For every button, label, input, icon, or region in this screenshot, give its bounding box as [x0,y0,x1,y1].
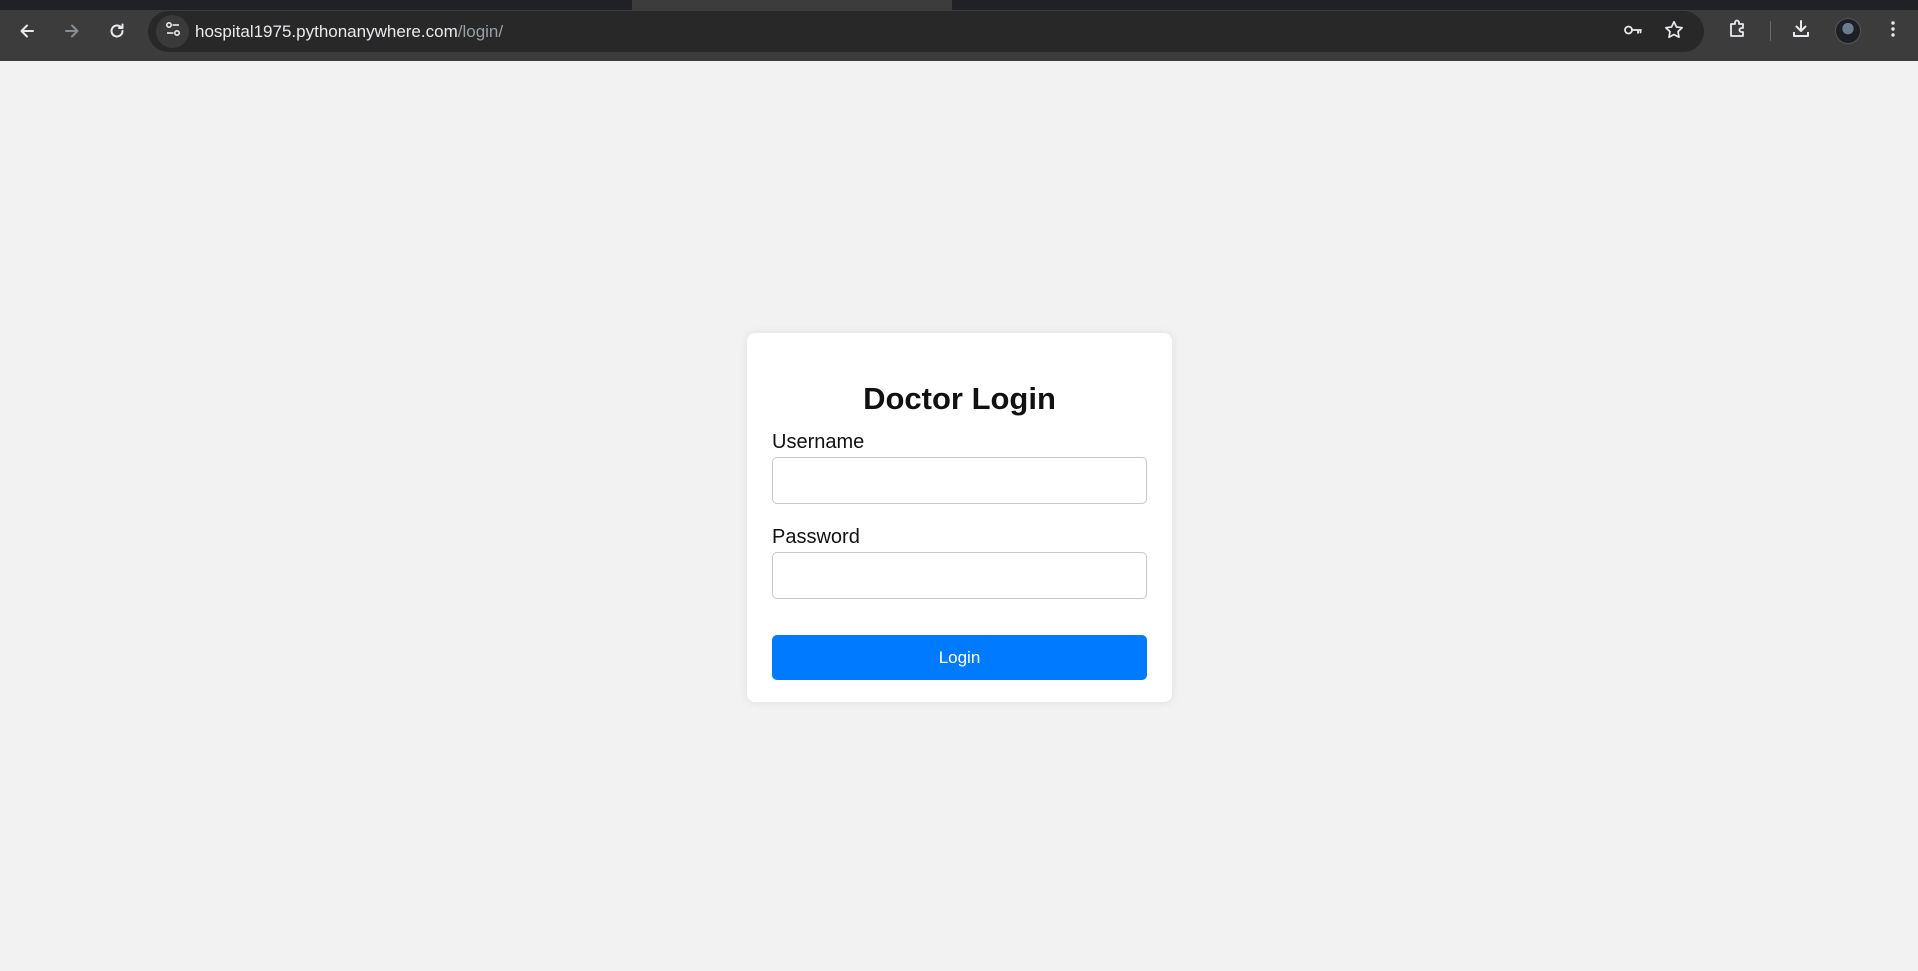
browser-menu-button[interactable] [1879,17,1907,45]
back-button[interactable] [10,14,44,48]
puzzle-icon [1726,17,1750,46]
username-label: Username [772,431,865,453]
downloads-button[interactable] [1787,17,1815,45]
active-tab[interactable] [632,0,952,10]
url-text[interactable]: hospital1975.pythonanywhere.com/login/ [195,11,503,52]
password-label: Password [772,526,860,548]
reload-button[interactable] [100,14,134,48]
reload-icon [107,21,127,41]
key-icon [1622,19,1644,46]
url-host: hospital1975.pythonanywhere.com [195,22,458,41]
arrow-left-icon [17,21,37,41]
toolbar-separator [1770,21,1771,41]
url-path: /login/ [457,22,504,41]
password-manager-button[interactable] [1622,21,1644,43]
forward-button[interactable] [55,14,89,48]
login-card: Doctor Login Username Password Login [747,333,1172,702]
kebab-menu-icon [1883,19,1903,44]
browser-toolbar: hospital1975.pythonanywhere.com/login/ [0,0,1918,61]
password-input[interactable] [772,552,1147,599]
tab-strip [0,0,1918,10]
address-bar[interactable]: hospital1975.pythonanywhere.com/login/ [148,11,1704,52]
site-info-button[interactable] [156,15,189,48]
page-viewport: Doctor Login Username Password Login [0,61,1918,971]
bookmark-button[interactable] [1663,19,1685,46]
extensions-button[interactable] [1724,17,1752,45]
download-icon [1789,17,1813,46]
page-title: Doctor Login [863,381,1056,416]
star-icon [1663,19,1685,46]
login-button[interactable]: Login [772,635,1147,680]
tune-icon [164,20,182,43]
username-input[interactable] [772,457,1147,504]
arrow-right-icon [62,21,82,41]
avatar[interactable] [1835,18,1861,44]
